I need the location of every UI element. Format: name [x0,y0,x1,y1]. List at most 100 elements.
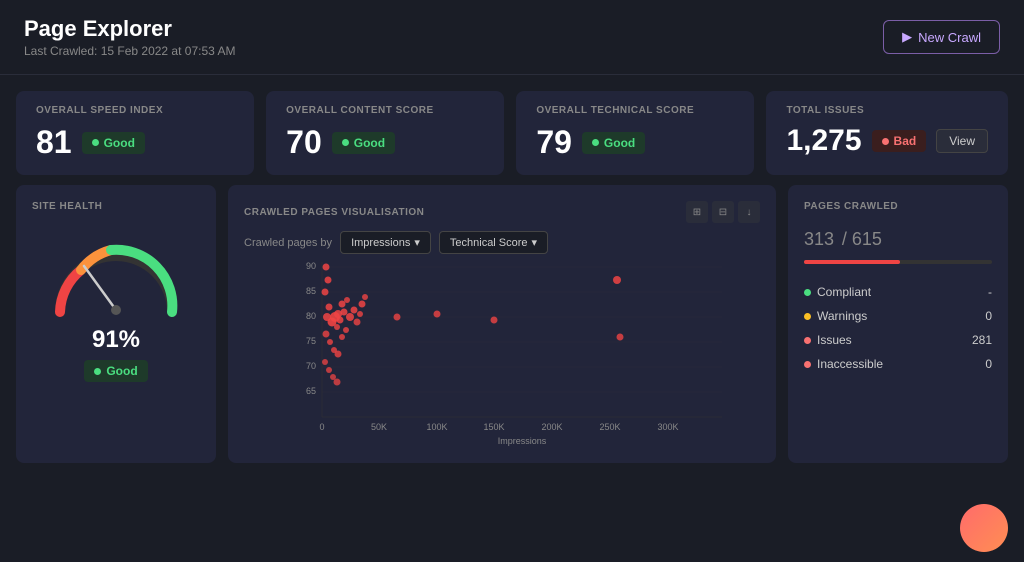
speed-metric-card: OVERALL SPEED INDEX 81 Good [16,91,254,175]
technical-badge: Good [582,132,645,154]
page-header: Page Explorer Last Crawled: 15 Feb 2022 … [0,0,1024,75]
new-crawl-label: New Crawl [918,30,981,45]
warnings-label: Warnings [817,309,867,323]
pages-crawled-count: 313 / 615 [804,220,992,252]
export-icon[interactable]: ↓ [738,201,760,223]
svg-text:0: 0 [319,422,324,432]
technical-dot [592,139,599,146]
chart-title: CRAWLED PAGES VISUALISATION [244,207,424,218]
issues-dot-stat [804,337,811,344]
stat-issues: Issues 281 [804,328,992,352]
content-badge: Good [332,132,395,154]
pages-count-main: 313 [804,229,834,249]
issues-value-row: 1,275 Bad View [786,124,988,158]
warnings-dot [804,313,811,320]
technical-value-row: 79 Good [536,124,734,161]
issues-label-stat: Issues [817,333,852,347]
speed-label: OVERALL SPEED INDEX [36,105,234,116]
avatar[interactable] [960,504,1008,552]
issues-value-stat: 281 [972,333,992,347]
new-crawl-button[interactable]: ▶ New Crawl [883,20,1000,54]
svg-text:80: 80 [306,311,316,321]
chevron-down-icon: ▾ [414,236,420,249]
issues-label: TOTAL ISSUES [786,105,988,116]
inaccessible-label: Inaccessible [817,357,883,371]
svg-text:Impressions: Impressions [498,436,547,446]
speed-value-row: 81 Good [36,124,234,161]
chart-filter-row: Crawled pages by Impressions ▾ Technical… [244,231,760,254]
technical-label: OVERALL TECHNICAL SCORE [536,105,734,116]
site-health-badge: Good [84,360,147,382]
site-health-dot [94,368,101,375]
impressions-dropdown[interactable]: Impressions ▾ [340,231,431,254]
content-dot [342,139,349,146]
technical-score-label: Technical Score [450,237,528,249]
grid-icon[interactable]: ⊞ [686,201,708,223]
warnings-value: 0 [985,309,992,323]
last-crawled: Last Crawled: 15 Feb 2022 at 07:53 AM [24,44,235,58]
site-health-badge-label: Good [106,364,137,378]
gauge-wrapper [46,232,186,322]
svg-text:50K: 50K [371,422,387,432]
table-icon[interactable]: ⊟ [712,201,734,223]
chevron-down-icon-2: ▾ [532,236,538,249]
compliant-value: - [988,285,992,299]
compliant-dot [804,289,811,296]
impressions-label: Impressions [351,237,410,249]
issues-metric-card: TOTAL ISSUES 1,275 Bad View [766,91,1008,175]
site-health-card: SITE HEALTH 91% Good [16,185,216,463]
svg-text:150K: 150K [483,422,504,432]
scatter-chart: 90 85 80 75 70 65 0 50K 100K 150K 200K 2 [244,262,760,447]
technical-badge-label: Good [604,136,635,150]
speed-badge-label: Good [104,136,135,150]
speed-dot [92,139,99,146]
issues-dot [882,138,889,145]
pages-count-total: / 615 [842,229,882,249]
pages-progress-bar [804,260,992,264]
site-health-label: SITE HEALTH [32,201,102,212]
content-badge-label: Good [354,136,385,150]
scatter-area: 90 85 80 75 70 65 0 50K 100K 150K 200K 2 [244,262,760,452]
svg-text:250K: 250K [599,422,620,432]
svg-text:100K: 100K [426,422,447,432]
svg-text:75: 75 [306,336,316,346]
header-left: Page Explorer Last Crawled: 15 Feb 2022 … [24,16,235,58]
page-title: Page Explorer [24,16,235,42]
svg-text:65: 65 [306,386,316,396]
chart-header: CRAWLED PAGES VISUALISATION ⊞ ⊟ ↓ [244,201,760,223]
technical-value: 79 [536,124,572,161]
stat-inaccessible: Inaccessible 0 [804,352,992,376]
content-value-row: 70 Good [286,124,484,161]
bottom-row: SITE HEALTH 91% Good [0,185,1024,475]
issues-value: 1,275 [786,124,861,158]
pages-crawled-label: PAGES CRAWLED [804,201,992,212]
svg-text:300K: 300K [657,422,678,432]
svg-text:70: 70 [306,361,316,371]
stat-warnings: Warnings 0 [804,304,992,328]
speed-badge: Good [82,132,145,154]
metrics-row: OVERALL SPEED INDEX 81 Good OVERALL CONT… [0,75,1024,185]
gauge-svg [46,232,186,322]
view-issues-button[interactable]: View [936,129,988,153]
pages-crawled-card: PAGES CRAWLED 313 / 615 Compliant - Warn… [788,185,1008,463]
svg-text:90: 90 [306,262,316,271]
content-label: OVERALL CONTENT SCORE [286,105,484,116]
content-value: 70 [286,124,322,161]
technical-metric-card: OVERALL TECHNICAL SCORE 79 Good [516,91,754,175]
technical-score-dropdown[interactable]: Technical Score ▾ [439,231,548,254]
content-metric-card: OVERALL CONTENT SCORE 70 Good [266,91,504,175]
play-icon: ▶ [902,29,912,45]
filter-label: Crawled pages by [244,237,332,249]
pages-progress-fill [804,260,900,264]
issues-badge: Bad [872,130,927,152]
gauge-percent: 91% [92,326,140,354]
inaccessible-dot [804,361,811,368]
svg-text:85: 85 [306,286,316,296]
compliant-label: Compliant [817,285,871,299]
stat-compliant: Compliant - [804,280,992,304]
svg-text:200K: 200K [541,422,562,432]
speed-value: 81 [36,124,72,161]
inaccessible-value: 0 [985,357,992,371]
pages-stats: Compliant - Warnings 0 Issues 281 [804,280,992,376]
issues-badge-label: Bad [894,134,917,148]
